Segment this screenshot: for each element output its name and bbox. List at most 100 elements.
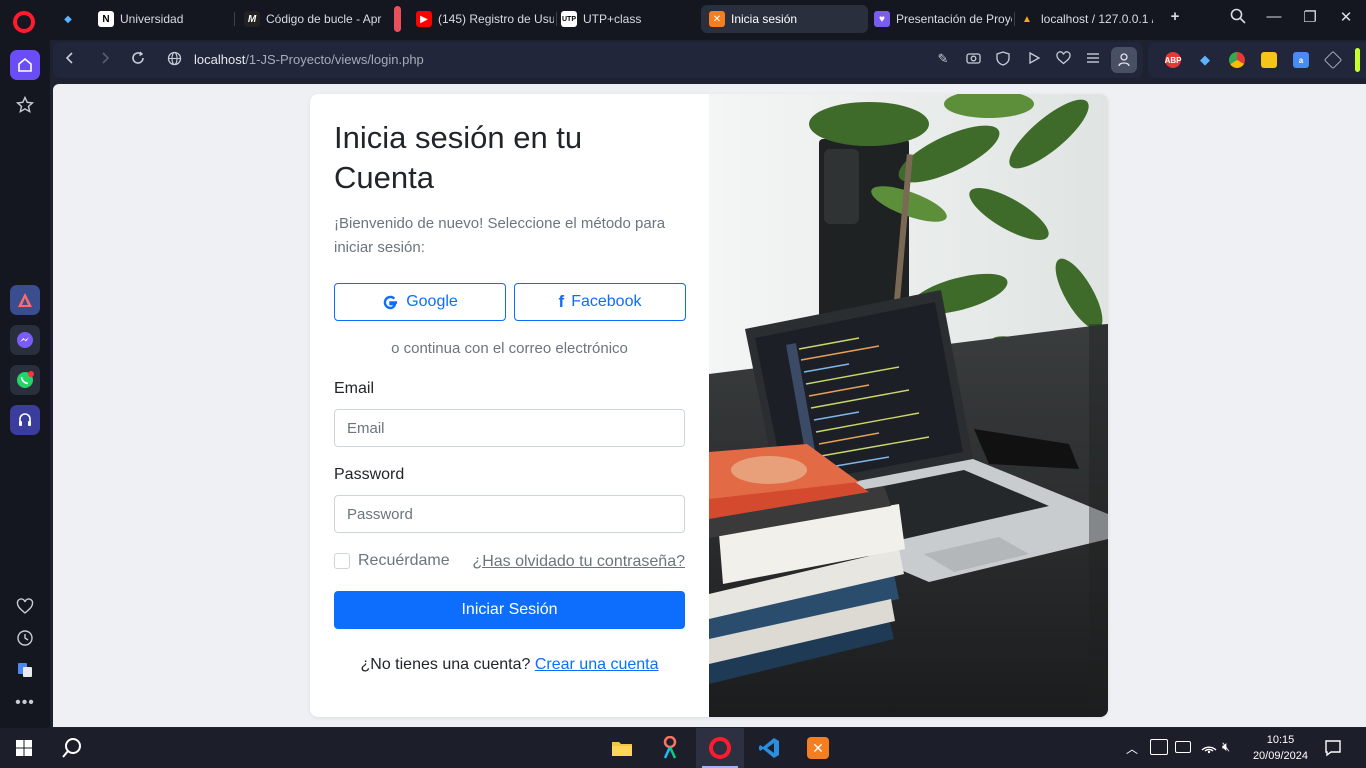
site-info-globe-icon[interactable] (165, 51, 183, 70)
forward-arrow-icon[interactable] (96, 51, 114, 69)
translate-icon[interactable] (10, 655, 40, 685)
more-options-icon[interactable]: ••• (10, 688, 40, 718)
tab-phpmyadmin[interactable]: ▲ localhost / 127.0.0.1 / (1011, 5, 1153, 33)
tab-label: Código de bucle - Apr (266, 12, 382, 26)
messenger-icon[interactable] (10, 325, 40, 355)
opera-taskbar-icon[interactable] (696, 728, 744, 768)
diamond-icon: ◆ (64, 13, 72, 25)
xampp-logo: ✕ (807, 737, 829, 759)
tab-red[interactable] (390, 5, 410, 33)
email-label: Email (334, 380, 375, 397)
aria-icon[interactable] (10, 285, 40, 315)
search-tabs-icon[interactable] (1226, 8, 1250, 28)
clock-time: 10:15 (1266, 734, 1295, 746)
canva-icon: ♥ (874, 11, 890, 27)
url-host: localhost (194, 52, 246, 67)
tab-bar: ◆ N Universidad M Código de bucle - Apr … (0, 0, 1366, 40)
opera-logo-icon[interactable] (13, 11, 35, 33)
windows-start-icon[interactable] (0, 728, 48, 768)
tab-inicia-sesion[interactable]: ✕ Inicia sesión (701, 5, 868, 33)
clock-date: 20/09/2024 (1252, 750, 1308, 762)
whatsapp-icon[interactable] (10, 365, 40, 395)
taskbar: ✕ ︿ 🔇︎ 10:15 20/09/2024 (0, 728, 1366, 768)
volume-muted-icon[interactable]: 🔇︎ (1222, 739, 1230, 755)
adblock-shield-icon[interactable] (994, 51, 1012, 70)
phpmyadmin-icon: ▲ (1022, 13, 1032, 25)
history-clock-icon[interactable] (10, 623, 40, 653)
easy-setup-icon[interactable] (1084, 51, 1102, 69)
forgot-password-link[interactable]: ¿Has olvidado tu contraseña? (472, 553, 685, 571)
tab-pinned-diamond[interactable]: ◆ (52, 5, 86, 33)
minimize-icon[interactable]: — (1262, 8, 1286, 25)
tab-universidad[interactable]: N Universidad (90, 5, 230, 33)
notion-icon: N (98, 11, 114, 27)
login-submit-label: Iniciar Sesión (461, 601, 558, 618)
extensions-bar: ABP ◆ a (1148, 42, 1366, 78)
adblock-plus-icon[interactable]: ABP (1165, 52, 1181, 68)
facebook-login-button[interactable]: f Facebook (514, 283, 686, 321)
close-window-icon[interactable]: ✕ (1334, 8, 1358, 26)
music-player-icon[interactable] (10, 405, 40, 435)
vscode-icon[interactable] (745, 728, 793, 768)
create-account-link[interactable]: Crear una cuenta (535, 656, 659, 673)
home-icon[interactable] (10, 50, 40, 80)
camera-icon[interactable] (964, 51, 982, 69)
new-tab-plus-icon[interactable]: + (1163, 8, 1187, 25)
tab-codigo-bucle[interactable]: M Código de bucle - Apr (236, 5, 382, 33)
opera-taskbar-logo (709, 737, 731, 759)
m-icon: M (244, 11, 260, 27)
tab-separator (234, 12, 235, 26)
battery-icon[interactable] (1175, 741, 1191, 753)
password-label: Password (334, 466, 405, 483)
show-hidden-icons-chevron-icon[interactable]: ︿ (1126, 740, 1138, 757)
reload-icon[interactable] (129, 51, 147, 69)
search-icon[interactable] (48, 728, 96, 768)
youtube-icon: ▶ (416, 11, 432, 27)
meet-now-icon[interactable] (1150, 739, 1168, 755)
tab-youtube[interactable]: ▶ (145) Registro de Usu (408, 5, 554, 33)
utp-icon: UTP (561, 11, 577, 27)
scroll-indicator (1355, 48, 1360, 72)
share-edit-icon[interactable]: ✎ (934, 51, 952, 67)
tab-presentacion[interactable]: ♥ Presentación de Proye (866, 5, 1012, 33)
xampp-icon: ✕ (709, 11, 725, 27)
google-login-button[interactable]: Google (334, 283, 506, 321)
page-viewport: Inicia sesión en tu Cuenta ¡Bienvenido de… (53, 84, 1366, 727)
login-submit-button[interactable]: Iniciar Sesión (334, 591, 685, 629)
file-explorer-icon[interactable] (598, 728, 646, 768)
system-clock[interactable]: 10:15 20/09/2024 (1253, 732, 1308, 764)
back-arrow-icon[interactable] (61, 51, 79, 69)
facebook-icon: f (558, 292, 565, 311)
wifi-icon[interactable] (1201, 738, 1217, 759)
tab-label: Universidad (120, 12, 184, 26)
figma-like-app-icon[interactable] (646, 728, 694, 768)
folder-extension-icon[interactable] (1261, 52, 1277, 68)
tab-label: localhost / 127.0.0.1 / (1041, 12, 1153, 26)
chrome-extension-icon[interactable] (1229, 52, 1245, 68)
translate-extension-icon[interactable]: a (1293, 52, 1309, 68)
remember-me-checkbox[interactable] (334, 553, 350, 569)
notifications-icon[interactable] (1324, 739, 1342, 762)
play-icon[interactable] (1025, 51, 1043, 69)
google-label: Google (406, 293, 458, 310)
xampp-taskbar-icon[interactable]: ✕ (794, 728, 842, 768)
tab-label: (145) Registro de Usu (438, 12, 554, 26)
google-icon (383, 295, 398, 309)
cube-extension-icon[interactable] (1323, 50, 1343, 70)
tab-label: Inicia sesión (731, 12, 798, 26)
remember-me-label[interactable]: Recuérdame (358, 552, 450, 570)
tab-utp[interactable]: UTP UTP+class (553, 5, 693, 33)
password-field[interactable] (334, 495, 685, 533)
bookmark-heart-icon[interactable] (1054, 51, 1072, 69)
title-line-1: Inicia sesión en tu (334, 120, 583, 155)
url-field[interactable]: localhost/1-JS-Proyecto/views/login.php (194, 52, 424, 67)
star-icon[interactable] (10, 90, 40, 120)
opera-sidebar: ••• (0, 40, 50, 728)
signup-prompt-text: ¿No tienes una cuenta? (360, 656, 531, 673)
gem-extension-icon[interactable]: ◆ (1197, 52, 1213, 68)
address-bar: localhost/1-JS-Proyecto/views/login.php … (53, 42, 1143, 78)
restore-icon[interactable]: ❐ (1298, 8, 1322, 26)
heart-icon[interactable] (10, 592, 40, 622)
email-field[interactable] (334, 409, 685, 447)
profile-icon[interactable] (1111, 47, 1137, 73)
